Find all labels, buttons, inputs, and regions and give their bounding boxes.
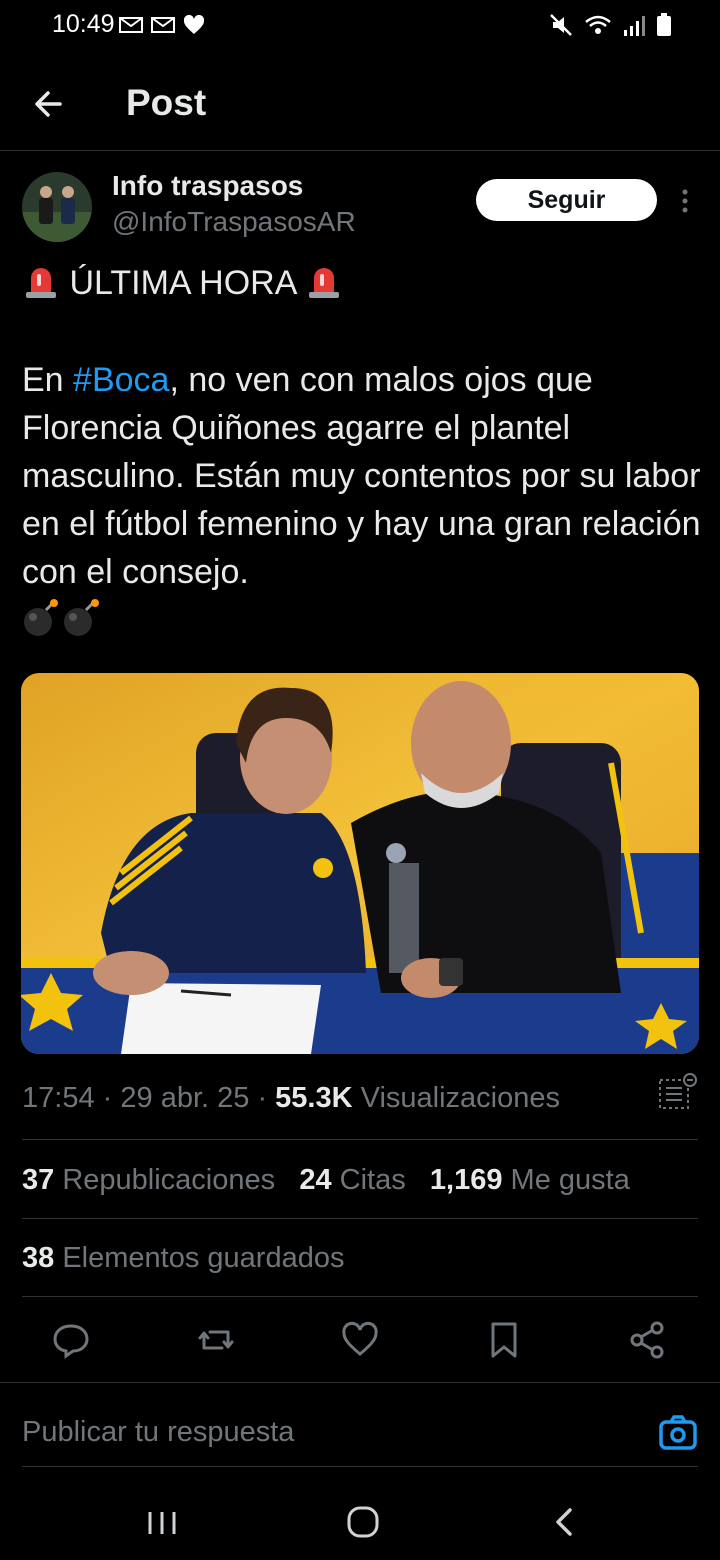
divider <box>22 1218 698 1219</box>
bookmark-icon[interactable] <box>482 1318 526 1362</box>
post-body: En #Boca, no ven con malos ojos que Flor… <box>22 356 702 596</box>
avatar[interactable] <box>22 172 92 242</box>
divider <box>22 1466 698 1467</box>
engagement-stats: 37 Republicaciones 24 Citas 1,169 Me gus… <box>22 1164 630 1197</box>
wifi-icon <box>585 15 611 34</box>
heart-icon[interactable] <box>338 1318 382 1362</box>
status-bar: 10:49 <box>0 0 720 56</box>
siren-icon <box>26 268 56 298</box>
post-date: 29 abr. 25 <box>120 1082 250 1114</box>
reply-icon[interactable] <box>49 1318 93 1362</box>
views-count: 55.3K <box>275 1082 353 1114</box>
likes-stat[interactable]: 1,169 Me gusta <box>430 1164 630 1196</box>
status-right-icons <box>548 12 672 38</box>
arrow-left-icon[interactable] <box>30 84 70 124</box>
page-title: Post <box>126 82 207 123</box>
status-left-icons <box>118 12 206 38</box>
headline-text: ÚLTIMA HORA <box>69 264 296 302</box>
divider <box>22 1139 698 1140</box>
siren-icon <box>309 268 339 298</box>
repost-icon[interactable] <box>194 1318 238 1362</box>
post-meta: 17:54 · 29 abr. 25 · 55.3K Visualizacion… <box>22 1082 560 1114</box>
email-icon <box>151 17 175 33</box>
post-image[interactable] <box>21 673 699 1054</box>
system-nav-bar <box>0 1490 720 1560</box>
camera-icon[interactable] <box>658 1412 698 1452</box>
reposts-stat[interactable]: 37 Republicaciones <box>22 1164 275 1196</box>
author-name[interactable]: Info traspasos <box>112 170 303 202</box>
analytics-icon[interactable] <box>656 1072 700 1116</box>
quotes-stat[interactable]: 24 Citas <box>299 1164 405 1196</box>
signal-icon <box>624 16 645 36</box>
battery-icon <box>657 13 671 36</box>
body-prefix: En <box>22 361 74 399</box>
more-options-icon[interactable] <box>675 186 695 216</box>
back-nav-icon[interactable] <box>540 1498 588 1546</box>
views-label: Visualizaciones <box>360 1082 560 1114</box>
recent-apps-icon[interactable] <box>138 1498 186 1546</box>
mute-icon <box>550 14 572 36</box>
heart-icon <box>183 14 205 34</box>
action-bar <box>0 1312 720 1368</box>
divider <box>22 1296 698 1297</box>
top-bar: Post <box>0 64 720 151</box>
reply-input[interactable]: Publicar tu respuesta <box>22 1416 294 1449</box>
post-headline: ÚLTIMA HORA <box>22 262 343 303</box>
bomb-icon <box>24 599 99 636</box>
home-icon[interactable] <box>339 1498 387 1546</box>
status-time: 10:49 <box>52 10 115 38</box>
follow-button[interactable]: Seguir <box>476 179 657 221</box>
bomb-emojis <box>20 598 110 643</box>
author-handle[interactable]: @InfoTraspasosAR <box>112 206 356 238</box>
share-icon[interactable] <box>625 1318 669 1362</box>
hashtag-link[interactable]: #Boca <box>73 361 169 399</box>
post-time: 17:54 <box>22 1082 95 1114</box>
email-icon <box>119 17 143 33</box>
divider <box>0 1382 720 1383</box>
bookmarks-stat[interactable]: 38 Elementos guardados <box>22 1242 344 1275</box>
